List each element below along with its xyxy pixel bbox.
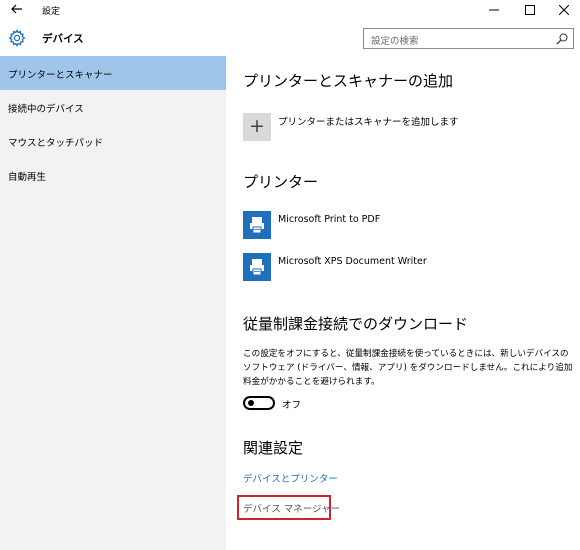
printer-name: Microsoft Print to PDF xyxy=(278,214,381,225)
close-button[interactable] xyxy=(546,0,580,20)
sidebar-item-label: 接続中のデバイス xyxy=(8,104,84,115)
header: デバイス 設定の検索 xyxy=(0,22,580,56)
related-settings-heading: 関連設定 xyxy=(243,439,304,457)
sidebar: プリンターとスキャナー 接続中のデバイス マウスとタッチパッド 自動再生 xyxy=(0,56,226,550)
sidebar-item-connected-devices[interactable]: 接続中のデバイス xyxy=(0,90,226,124)
toggle-state-label: オフ xyxy=(282,400,302,411)
metered-download-heading: 従量制課金接続でのダウンロード xyxy=(243,315,469,333)
sidebar-item-mouse-touchpad[interactable]: マウスとタッチパッド xyxy=(0,124,226,158)
printer-item[interactable]: Microsoft Print to PDF xyxy=(243,211,563,241)
back-arrow-icon xyxy=(11,4,22,14)
metered-description: この設定をオフにすると、従量制課金接続を使っているときには、新しいデバイスのソフ… xyxy=(243,349,573,387)
printer-icon xyxy=(243,211,271,239)
sidebar-item-label: マウスとタッチパッド xyxy=(8,138,104,149)
plus-icon: + xyxy=(249,115,265,137)
minimize-icon xyxy=(489,9,499,11)
close-icon xyxy=(559,5,569,15)
sidebar-item-label: プリンターとスキャナー xyxy=(8,70,113,81)
sidebar-item-printers-scanners[interactable]: プリンターとスキャナー xyxy=(0,56,226,90)
add-printer-button[interactable]: + xyxy=(243,113,271,141)
window-title: 設定 xyxy=(42,7,61,17)
minimize-button[interactable] xyxy=(476,0,512,20)
maximize-icon xyxy=(525,5,535,15)
search-icon[interactable] xyxy=(555,32,569,46)
main-content: プリンターとスキャナーの追加 + プリンターまたはスキャナーを追加します プリン… xyxy=(226,56,580,550)
maximize-button[interactable] xyxy=(512,0,548,20)
back-button[interactable] xyxy=(6,1,28,19)
printers-heading: プリンター xyxy=(243,173,319,191)
section-title: デバイス xyxy=(42,33,84,45)
sidebar-item-autoplay[interactable]: 自動再生 xyxy=(0,158,226,192)
printer-icon xyxy=(243,253,271,281)
printer-item[interactable]: Microsoft XPS Document Writer xyxy=(243,253,563,283)
add-printers-heading: プリンターとスキャナーの追加 xyxy=(243,72,454,90)
toggle-knob xyxy=(248,400,254,406)
title-bar: 設定 xyxy=(0,0,580,22)
search-placeholder: 設定の検索 xyxy=(371,36,419,47)
add-printer-label[interactable]: プリンターまたはスキャナーを追加します xyxy=(278,114,459,128)
printer-name: Microsoft XPS Document Writer xyxy=(278,256,427,267)
devices-and-printers-link[interactable]: デバイスとプリンター xyxy=(243,471,338,485)
gear-icon xyxy=(8,29,26,47)
metered-download-toggle[interactable] xyxy=(243,396,275,410)
device-manager-link[interactable]: デバイス マネージャー xyxy=(243,501,340,515)
search-input[interactable]: 設定の検索 xyxy=(363,28,574,49)
sidebar-item-label: 自動再生 xyxy=(8,172,47,183)
